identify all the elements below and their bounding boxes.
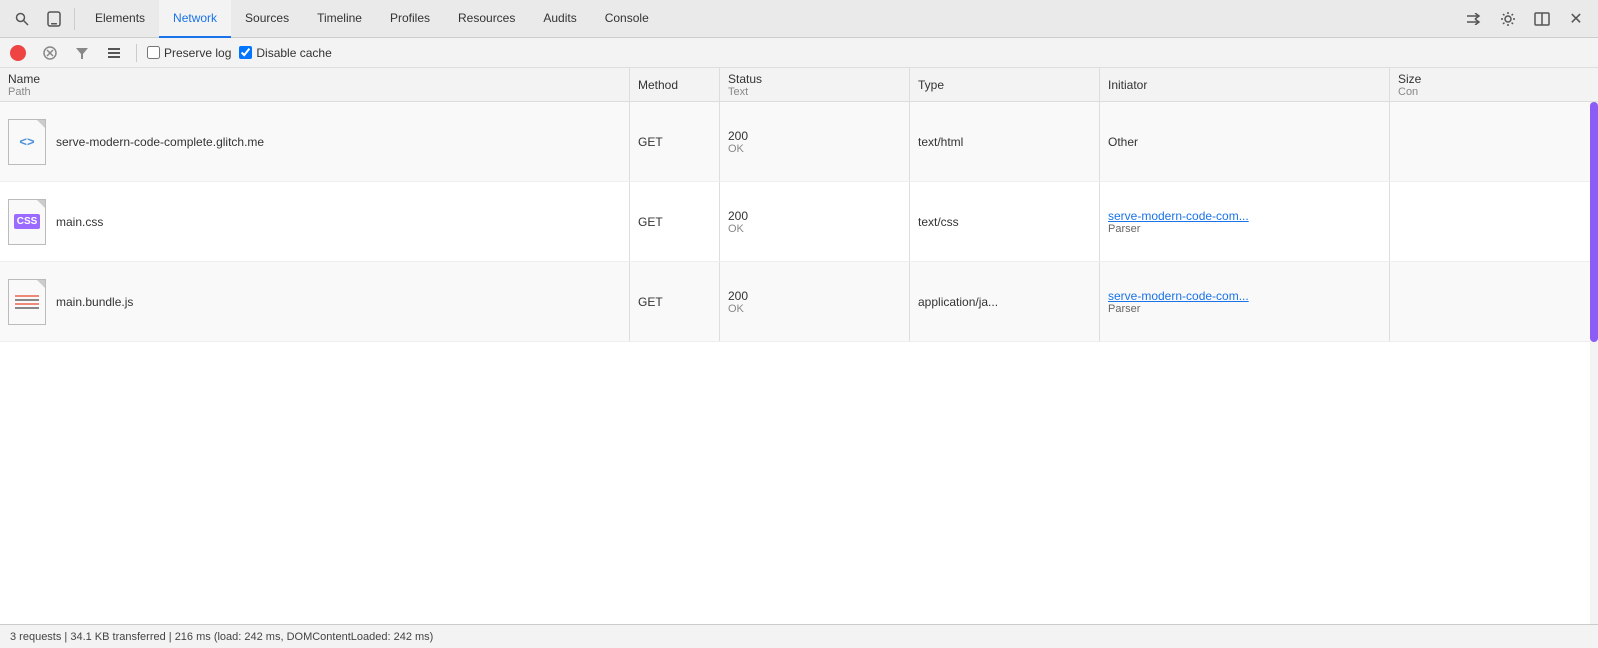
disable-cache-label[interactable]: Disable cache <box>239 46 331 60</box>
search-icon-btn[interactable] <box>8 5 36 33</box>
network-toolbar: Preserve log Disable cache <box>0 38 1598 68</box>
col-header-status[interactable]: Status Text <box>720 68 910 101</box>
col-header-method[interactable]: Method <box>630 68 720 101</box>
row-name-cell-3: main.bundle.js <box>0 262 630 341</box>
col-header-size[interactable]: Size Con <box>1390 68 1598 101</box>
filter-button[interactable] <box>70 41 94 65</box>
status-bar: 3 requests | 34.1 KB transferred | 216 m… <box>0 624 1598 648</box>
row-size-cell-3 <box>1390 262 1598 341</box>
icon-line-2 <box>15 299 39 301</box>
row-initiator-cell-3: serve-modern-code-com... Parser <box>1100 262 1390 341</box>
preserve-log-checkbox[interactable] <box>147 46 160 59</box>
file-icon-css: CSS <box>8 199 46 245</box>
table-row[interactable]: main.bundle.js GET 200 OK application/ja… <box>0 262 1598 342</box>
disable-cache-checkbox[interactable] <box>239 46 252 59</box>
row-method-cell-2: GET <box>630 182 720 261</box>
row-size-cell-1 <box>1390 102 1598 181</box>
tab-timeline[interactable]: Timeline <box>303 0 376 38</box>
js-icon-lines <box>13 293 41 311</box>
status-text: 3 requests | 34.1 KB transferred | 216 m… <box>10 631 433 643</box>
dock-icon-btn[interactable] <box>1528 5 1556 33</box>
row-method-cell-3: GET <box>630 262 720 341</box>
row-status-cell-3: 200 OK <box>720 262 910 341</box>
row-type-cell-1: text/html <box>910 102 1100 181</box>
css-icon-label: CSS <box>14 214 41 229</box>
icon-line-1 <box>15 295 39 297</box>
tab-audits[interactable]: Audits <box>529 0 590 38</box>
list-view-button[interactable] <box>102 41 126 65</box>
row-method-cell-1: GET <box>630 102 720 181</box>
network-table: Name Path Method Status Text Type Initia… <box>0 68 1598 624</box>
settings-icon-btn[interactable] <box>1494 5 1522 33</box>
row-status-cell-2: 200 OK <box>720 182 910 261</box>
tab-console[interactable]: Console <box>591 0 663 38</box>
row-name-cell-2: CSS main.css <box>0 182 630 261</box>
scrollbar-track[interactable] <box>1590 102 1598 624</box>
tab-resources[interactable]: Resources <box>444 0 529 38</box>
top-nav: Elements Network Sources Timeline Profil… <box>0 0 1598 38</box>
tab-network[interactable]: Network <box>159 0 231 38</box>
device-mode-icon-btn[interactable] <box>40 5 68 33</box>
nav-right-actions: ✕ <box>1460 5 1590 33</box>
row-size-cell-2 <box>1390 182 1598 261</box>
table-row[interactable]: <> serve-modern-code-complete.glitch.me … <box>0 102 1598 182</box>
row-name-cell-1: <> serve-modern-code-complete.glitch.me <box>0 102 630 181</box>
table-header: Name Path Method Status Text Type Initia… <box>0 68 1598 102</box>
file-icon-js <box>8 279 46 325</box>
col-header-type[interactable]: Type <box>910 68 1100 101</box>
html-icon-label: <> <box>19 134 34 149</box>
record-button[interactable] <box>10 45 26 61</box>
icon-line-3 <box>15 303 39 305</box>
preserve-log-label[interactable]: Preserve log <box>147 46 231 60</box>
toolbar-separator-1 <box>136 44 137 62</box>
table-body: <> serve-modern-code-complete.glitch.me … <box>0 102 1598 624</box>
col-header-name[interactable]: Name Path <box>0 68 630 101</box>
row-initiator-cell-1: Other <box>1100 102 1390 181</box>
nav-separator-1 <box>74 8 75 30</box>
tab-sources[interactable]: Sources <box>231 0 303 38</box>
table-row[interactable]: CSS main.css GET 200 OK text/css serve-m… <box>0 182 1598 262</box>
clear-button[interactable] <box>38 41 62 65</box>
tab-profiles[interactable]: Profiles <box>376 0 444 38</box>
row-type-cell-2: text/css <box>910 182 1100 261</box>
file-icon-html: <> <box>8 119 46 165</box>
col-header-initiator[interactable]: Initiator <box>1100 68 1390 101</box>
scrollbar-thumb[interactable] <box>1590 102 1598 342</box>
row-status-cell-1: 200 OK <box>720 102 910 181</box>
tab-elements[interactable]: Elements <box>81 0 159 38</box>
row-type-cell-3: application/ja... <box>910 262 1100 341</box>
execute-icon-btn[interactable] <box>1460 5 1488 33</box>
close-icon-btn[interactable]: ✕ <box>1562 5 1590 33</box>
icon-line-4 <box>15 307 39 309</box>
nav-tabs: Elements Network Sources Timeline Profil… <box>81 0 1456 38</box>
row-initiator-cell-2: serve-modern-code-com... Parser <box>1100 182 1390 261</box>
